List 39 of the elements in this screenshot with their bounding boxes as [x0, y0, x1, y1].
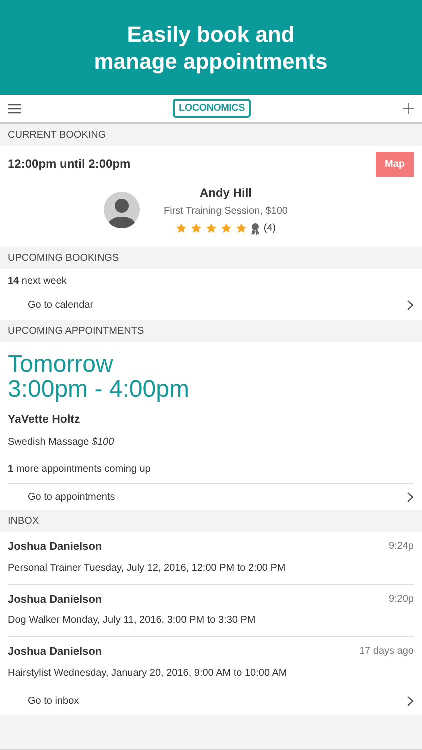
review-count: (4) — [264, 222, 276, 236]
service-text: Swedish Massage $100 — [8, 436, 116, 450]
appointments-summary: 1 more appointments coming up — [8, 463, 152, 478]
section-header: UPCOMING BOOKINGS — [8, 252, 120, 266]
bookings-summary: 14 next week — [7, 275, 68, 289]
menu-icon[interactable] — [8, 104, 21, 114]
message-time: 17 days ago — [360, 645, 414, 660]
chevron-right-icon — [407, 696, 414, 708]
service-text: First Training Session, $100 — [164, 205, 288, 219]
chevron-right-icon — [407, 300, 414, 311]
star-icon — [176, 223, 187, 234]
avatar — [104, 192, 140, 228]
appointment-day: Tomorrow — [8, 352, 414, 377]
sender-name: Joshua Danielson — [8, 645, 102, 660]
list-link[interactable]: Go to calendar — [0, 291, 422, 320]
star-icon — [220, 223, 232, 234]
list-link[interactable]: Go to appointments — [0, 484, 422, 510]
banner-title: Easily book and manage appointments — [93, 20, 329, 74]
star-icon — [236, 223, 247, 234]
section-header: CURRENT BOOKING — [8, 128, 106, 142]
award-icon — [250, 222, 260, 234]
message-text: Hairstylist Wednesday, January 20, 2016, 9:00 AM to 10:00 AM — [8, 666, 288, 681]
appointment-time: 3:00pm - 4:00pm — [8, 377, 190, 402]
star-icon — [190, 223, 202, 234]
client-name: YaVette Holtz — [8, 413, 82, 428]
chevron-right-icon — [407, 492, 414, 503]
message-text: Personal Trainer Tuesday, July 12, 2016, 12:00 PM to 2:00 PM — [8, 562, 287, 576]
sender-name: Joshua Danielson — [8, 540, 102, 556]
section-header: INBOX — [8, 514, 40, 529]
booking-time: 12:00pm until 2:00pm — [8, 156, 131, 173]
provider-name: Andy Hill — [198, 185, 253, 202]
message-text: Dog Walker Monday, July 11, 2016, 3:00 PM to 3:30 PM — [8, 614, 257, 628]
add-icon[interactable] — [402, 103, 414, 114]
sender-name: Joshua Danielson — [8, 592, 102, 608]
message-time: 9:24p — [388, 540, 414, 554]
list-link[interactable]: Go to inbox — [0, 688, 422, 715]
star-icon — [206, 223, 217, 234]
message-time: 9:20p — [388, 592, 414, 607]
section-header: UPCOMING APPOINTMENTS — [8, 324, 144, 338]
